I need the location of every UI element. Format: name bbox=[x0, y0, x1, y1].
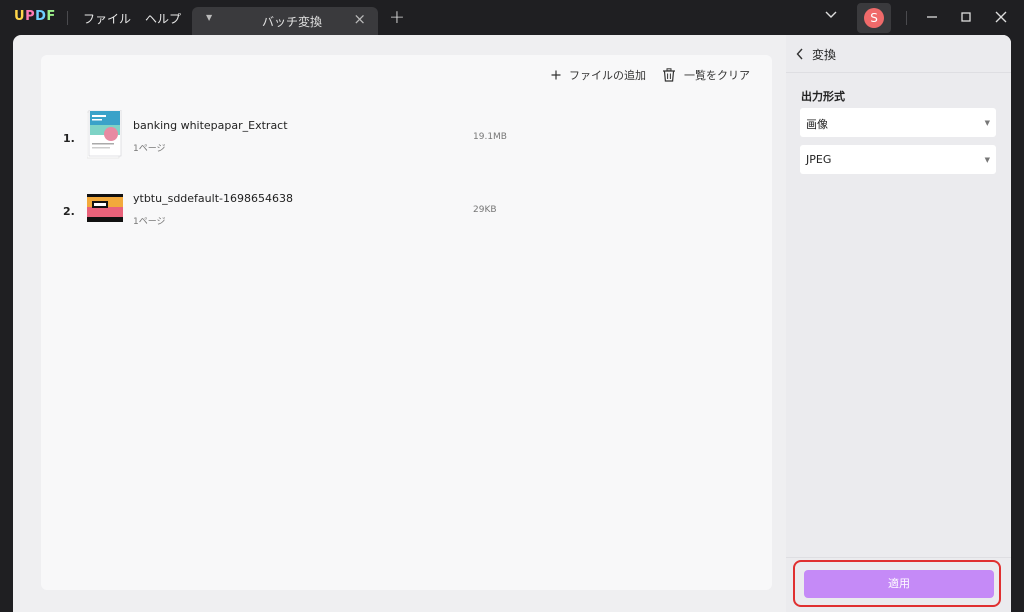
row-number: 1. bbox=[63, 132, 75, 145]
title-bar: UPDF ファイル ヘルプ ▼ バッチ変換 × + S bbox=[0, 0, 1024, 36]
caret-down-icon: ▼ bbox=[984, 156, 990, 164]
logo-letter: U bbox=[14, 9, 26, 24]
trash-icon bbox=[663, 68, 675, 82]
file-pages: 1ページ bbox=[133, 217, 166, 227]
file-row[interactable]: 2. ytbtu_sddefault-1698654638 1ページ 29KB bbox=[41, 183, 772, 243]
panel-title: 変換 bbox=[812, 48, 837, 62]
file-name: banking whitepapar_Extract bbox=[133, 119, 288, 132]
logo-letter: P bbox=[25, 9, 36, 24]
chevron-down-icon[interactable] bbox=[824, 8, 838, 22]
menu-file[interactable]: ファイル bbox=[83, 10, 131, 27]
image-thumbnail bbox=[87, 194, 123, 222]
selected-value: 画像 bbox=[806, 118, 828, 131]
divider bbox=[906, 11, 907, 25]
new-tab-plus-icon[interactable]: + bbox=[389, 6, 405, 28]
logo-letter: F bbox=[46, 9, 56, 24]
main-content: ファイルの追加 一覧をクリア 1. banking whitepapar_Ext… bbox=[13, 35, 1011, 612]
tab-close-icon[interactable]: × bbox=[353, 10, 366, 28]
app-logo[interactable]: UPDF bbox=[14, 9, 56, 24]
row-number: 2. bbox=[63, 205, 75, 218]
divider bbox=[67, 11, 68, 25]
pdf-thumbnail bbox=[87, 110, 122, 159]
file-name: ytbtu_sddefault-1698654638 bbox=[133, 192, 293, 205]
file-pages: 1ページ bbox=[133, 144, 166, 154]
file-size: 29KB bbox=[473, 205, 497, 215]
tab-batch-convert[interactable]: ▼ バッチ変換 × bbox=[192, 7, 378, 36]
selected-value: JPEG bbox=[806, 153, 832, 166]
output-format-label: 出力形式 bbox=[801, 90, 845, 103]
menu-help[interactable]: ヘルプ bbox=[145, 10, 181, 27]
chevron-left-icon[interactable] bbox=[796, 48, 804, 60]
highlight-annotation bbox=[793, 560, 1001, 607]
panel-header: 変換 bbox=[786, 35, 1011, 73]
caret-down-icon: ▼ bbox=[984, 119, 990, 127]
convert-settings-panel: 変換 出力形式 画像 ▼ JPEG ▼ 適用 bbox=[786, 35, 1011, 612]
plus-icon bbox=[551, 70, 561, 80]
tab-dropdown-icon[interactable]: ▼ bbox=[206, 13, 212, 22]
format-type-select[interactable]: 画像 ▼ bbox=[800, 108, 996, 137]
maximize-icon[interactable] bbox=[958, 9, 974, 25]
minimize-icon[interactable] bbox=[924, 9, 940, 25]
clear-list-button[interactable]: 一覧をクリア bbox=[662, 67, 750, 83]
avatar: S bbox=[864, 8, 884, 28]
user-account[interactable]: S bbox=[857, 3, 891, 33]
add-files-button[interactable]: ファイルの追加 bbox=[551, 67, 646, 83]
file-list-panel: ファイルの追加 一覧をクリア 1. banking whitepapar_Ext… bbox=[41, 55, 772, 590]
tab-label: バッチ変換 bbox=[262, 15, 323, 29]
format-subtype-select[interactable]: JPEG ▼ bbox=[800, 145, 996, 174]
add-files-label: ファイルの追加 bbox=[569, 69, 646, 82]
logo-letter: D bbox=[35, 9, 47, 24]
clear-list-label: 一覧をクリア bbox=[684, 69, 750, 82]
close-window-icon[interactable] bbox=[993, 9, 1009, 25]
file-row[interactable]: 1. banking whitepapar_Extract 1ページ 19.1M… bbox=[41, 110, 772, 170]
file-size: 19.1MB bbox=[473, 132, 507, 142]
